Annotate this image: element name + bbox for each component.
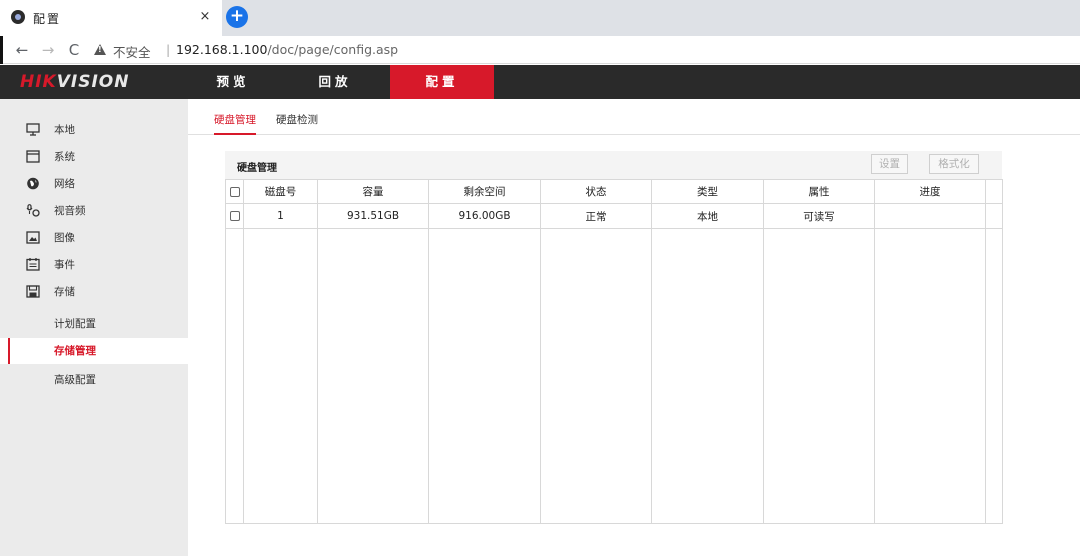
warning-icon[interactable]	[94, 44, 106, 55]
panel-header: 硬盘管理 设置 格式化	[225, 151, 1002, 179]
sidebar-subitem-label: 存储管理	[54, 345, 96, 357]
sidebar-subitem-label: 计划配置	[54, 318, 96, 330]
favicon-icon	[11, 10, 25, 24]
globe-icon	[27, 177, 39, 190]
sidebar-item-audio-video[interactable]: 视音频	[0, 198, 188, 224]
image-icon	[26, 231, 40, 244]
status-cell: 正常	[540, 203, 652, 229]
window-edge	[0, 36, 3, 64]
url-field[interactable]: 192.168.1.100/doc/page/config.asp	[176, 42, 398, 57]
sidebar-item-system[interactable]: 系统	[0, 144, 188, 170]
tab-disk-detection[interactable]: 硬盘检测	[276, 112, 318, 133]
format-button[interactable]: 格式化	[929, 154, 979, 174]
nav-preview[interactable]: 预览	[190, 65, 276, 99]
column-header: 容量	[317, 179, 429, 204]
scrollbar-gutter	[985, 203, 1003, 229]
sidebar-item-label: 图像	[54, 232, 75, 244]
row-select-cell	[225, 203, 244, 229]
nav-playback[interactable]: 回放	[290, 65, 380, 99]
column-header: 属性	[763, 179, 875, 204]
table-row[interactable]: 1 931.51GB 916.00GB 正常 本地 可读写	[225, 203, 1003, 229]
sidebar-item-image[interactable]: 图像	[0, 225, 188, 251]
address-bar: ← → C 不安全 | 192.168.1.100/doc/page/confi…	[0, 36, 1080, 64]
logo-rest-part: VISION	[56, 72, 130, 92]
column-header: 磁盘号	[243, 179, 318, 204]
security-status[interactable]: 不安全	[113, 42, 151, 61]
hikvision-logo: HIKVISION	[20, 72, 129, 92]
subtab-bar: 硬盘管理 硬盘检测	[188, 99, 1080, 135]
scrollbar-gutter	[985, 179, 1003, 204]
row-checkbox[interactable]	[229, 211, 240, 221]
new-tab-button[interactable]: +	[226, 6, 248, 28]
system-icon	[26, 150, 40, 163]
nav-config[interactable]: 配置	[390, 65, 494, 99]
url-path: /doc/page/config.asp	[267, 42, 399, 57]
sidebar-item-label: 系统	[54, 151, 75, 163]
browser-tab[interactable]: 配置 ×	[0, 0, 222, 36]
sidebar-item-local[interactable]: 本地	[0, 117, 188, 143]
sidebar-subitem-label: 高级配置	[54, 374, 96, 386]
sidebar-item-network[interactable]: 网络	[0, 171, 188, 197]
sidebar-item-label: 视音频	[54, 205, 86, 217]
free-space-cell: 916.00GB	[428, 203, 541, 229]
tab-title: 配置	[33, 12, 62, 26]
capacity-cell: 931.51GB	[317, 203, 429, 229]
browser-tab-strip: 配置 × +	[0, 0, 1080, 36]
tab-disk-management[interactable]: 硬盘管理	[214, 112, 256, 135]
reload-button[interactable]: C	[64, 40, 84, 60]
sidebar-item-label: 存储	[54, 286, 75, 298]
sidebar-item-storage-management[interactable]: 存储管理	[0, 338, 188, 364]
panel-title: 硬盘管理	[237, 163, 277, 174]
url-host: 192.168.1.100	[176, 42, 268, 57]
sidebar-item-label: 网络	[54, 178, 75, 190]
column-header: 剩余空间	[428, 179, 541, 204]
type-cell: 本地	[651, 203, 764, 229]
progress-cell	[874, 203, 986, 229]
column-header: 状态	[540, 179, 652, 204]
sidebar-item-schedule-config[interactable]: 计划配置	[0, 311, 188, 337]
column-header: 类型	[651, 179, 764, 204]
back-button[interactable]: ←	[12, 40, 32, 60]
table-empty-area	[225, 228, 1003, 524]
sidebar-item-label: 本地	[54, 124, 75, 136]
app-header: HIKVISION 预览 回放 配置	[0, 65, 1080, 99]
sidebar-item-event[interactable]: 事件	[0, 252, 188, 278]
attribute-cell: 可读写	[763, 203, 875, 229]
tab-close-button[interactable]: ×	[196, 8, 214, 26]
calendar-icon	[26, 258, 40, 271]
save-icon	[26, 285, 40, 298]
sidebar-item-advanced-config[interactable]: 高级配置	[0, 367, 188, 393]
logo-red-part: HIK	[20, 72, 57, 92]
sidebar: 本地 系统 网络 视音频 图像 事件 存储 计划配置 存储管理 高级配置	[0, 99, 188, 556]
address-separator: |	[166, 42, 171, 57]
disk-table: 磁盘号 容量 剩余空间 状态 类型 属性 进度 1 931.51GB 916.0…	[225, 179, 1003, 524]
audio-video-icon	[26, 204, 40, 217]
column-header: 进度	[874, 179, 986, 204]
monitor-icon	[26, 123, 40, 136]
select-all-checkbox[interactable]	[229, 186, 240, 197]
setup-button[interactable]: 设置	[871, 154, 908, 174]
table-header-row: 磁盘号 容量 剩余空间 状态 类型 属性 进度	[225, 179, 1003, 204]
disk-number-cell: 1	[243, 203, 318, 229]
select-all-cell	[225, 179, 244, 204]
forward-button[interactable]: →	[38, 40, 58, 60]
sidebar-item-label: 事件	[54, 259, 75, 271]
sidebar-item-storage[interactable]: 存储	[0, 279, 188, 305]
